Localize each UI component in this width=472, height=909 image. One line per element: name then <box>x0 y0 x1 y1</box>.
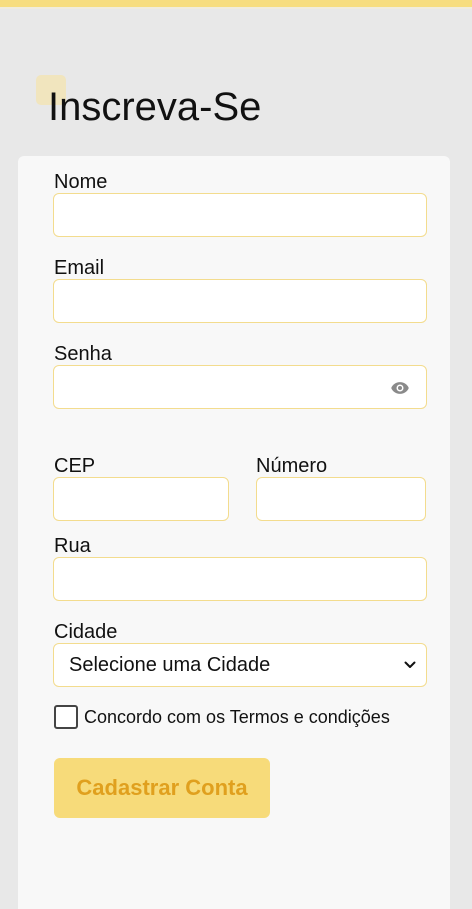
terms-checkbox[interactable] <box>54 705 78 729</box>
cidade-label: Cidade <box>54 621 118 643</box>
chevron-down-icon <box>404 661 416 668</box>
numero-label: Número <box>256 455 328 477</box>
senha-input[interactable] <box>53 365 427 409</box>
cadastrar-conta-button[interactable]: Cadastrar Conta <box>54 758 270 818</box>
page-title: Inscreva-Se <box>48 85 262 129</box>
rua-input[interactable] <box>53 557 427 601</box>
top-accent-bar <box>0 0 472 9</box>
rua-label: Rua <box>54 535 91 557</box>
numero-input[interactable] <box>256 477 426 521</box>
cep-label: CEP <box>54 455 96 477</box>
email-input[interactable] <box>53 279 427 323</box>
nome-label: Nome <box>54 171 108 193</box>
cep-input[interactable] <box>53 477 229 521</box>
nome-input[interactable] <box>53 193 427 237</box>
email-label: Email <box>54 257 105 279</box>
terms-label: Concordo com os Termos e condições <box>84 707 390 727</box>
cidade-select-value: Selecione uma Cidade <box>69 654 271 676</box>
cidade-select[interactable]: Selecione uma Cidade <box>53 643 427 687</box>
senha-label: Senha <box>54 343 112 365</box>
eye-icon[interactable] <box>390 378 410 398</box>
